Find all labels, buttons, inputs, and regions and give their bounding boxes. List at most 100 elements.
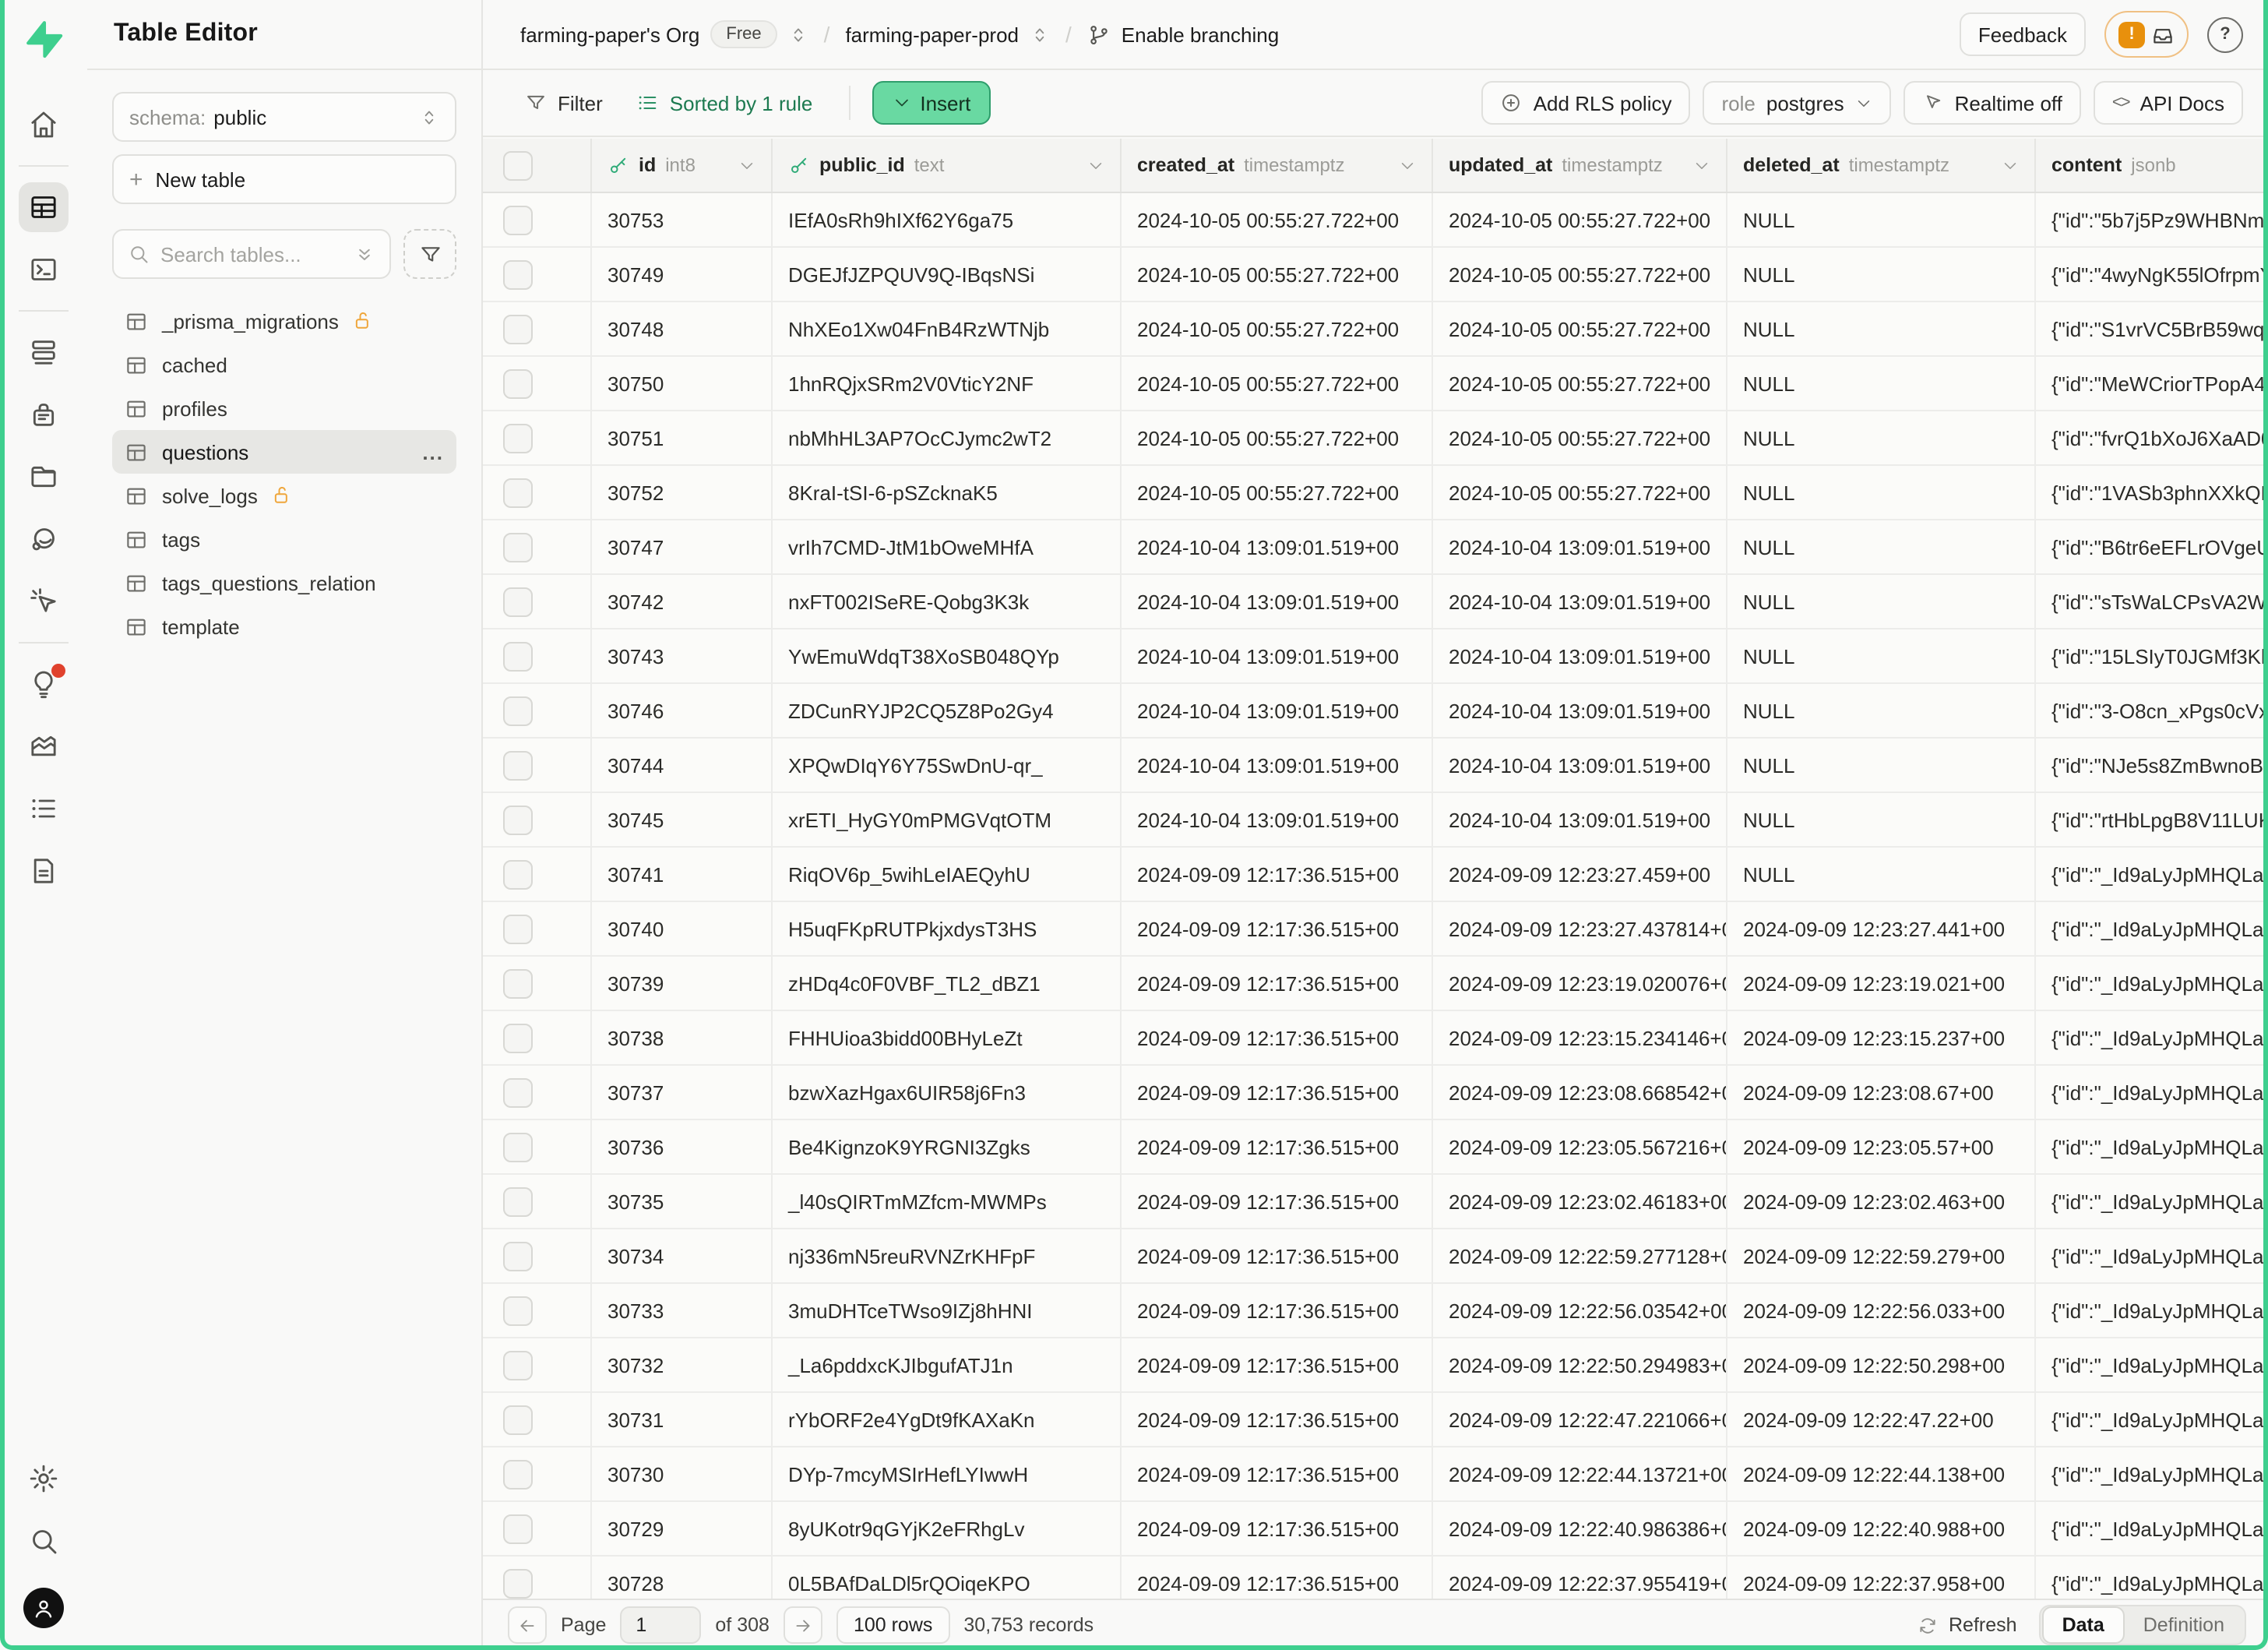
add-rls-policy-button[interactable]: Add RLS policy <box>1482 81 1691 125</box>
cell-id[interactable]: 30752 <box>592 466 773 519</box>
cell-content[interactable]: {"id":"15LSIyT0JGMf3Kl4Vn <box>2036 629 2268 682</box>
rail-table-editor-button[interactable] <box>19 182 69 232</box>
project-breadcrumb[interactable]: farming-paper-prod <box>845 23 1050 46</box>
cell-updated-at[interactable]: 2024-10-04 13:09:01.519+00 <box>1433 520 1727 573</box>
cell-deleted-at[interactable]: 2024-09-09 12:22:59.279+00 <box>1727 1229 2036 1282</box>
cell-public-id[interactable]: bzwXazHgax6UIR58j6Fn3 <box>773 1066 1122 1119</box>
cell-created-at[interactable]: 2024-10-04 13:09:01.519+00 <box>1122 575 1433 628</box>
sidebar-table-item[interactable]: cached ••• <box>112 343 456 386</box>
cell-content[interactable]: {"id":"_Id9aLyJpMHQLaiQG <box>2036 1229 2268 1282</box>
cell-public-id[interactable]: 8KraI-tSI-6-pSZcknaK5 <box>773 466 1122 519</box>
cell-deleted-at[interactable]: NULL <box>1727 302 2036 355</box>
cell-created-at[interactable]: 2024-10-04 13:09:01.519+00 <box>1122 629 1433 682</box>
cell-created-at[interactable]: 2024-10-05 00:55:27.722+00 <box>1122 411 1433 464</box>
cell-updated-at[interactable]: 2024-10-05 00:55:27.722+00 <box>1433 248 1727 301</box>
sidebar-table-item[interactable]: profiles ••• <box>112 386 456 430</box>
realtime-toggle-button[interactable]: Realtime off <box>1904 81 2081 125</box>
rail-search-button[interactable] <box>19 1516 69 1566</box>
cell-public-id[interactable]: _La6pddxcKJIbgufATJ1n <box>773 1338 1122 1391</box>
cell-deleted-at[interactable]: 2024-09-09 12:23:19.021+00 <box>1727 957 2036 1010</box>
cell-public-id[interactable]: XPQwDIqY6Y75SwDnU-qr_ <box>773 739 1122 792</box>
cell-deleted-at[interactable]: NULL <box>1727 629 2036 682</box>
previous-page-button[interactable] <box>508 1606 547 1644</box>
cell-created-at[interactable]: 2024-10-05 00:55:27.722+00 <box>1122 193 1433 246</box>
cell-created-at[interactable]: 2024-09-09 12:17:36.515+00 <box>1122 1120 1433 1173</box>
cell-id[interactable]: 30741 <box>592 848 773 901</box>
sidebar-table-item[interactable]: tags_questions_relation ••• <box>112 561 456 605</box>
cell-created-at[interactable]: 2024-10-04 13:09:01.519+00 <box>1122 684 1433 737</box>
cell-content[interactable]: {"id":"_Id9aLyJpMHQLaiQG <box>2036 848 2268 901</box>
cell-updated-at[interactable]: 2024-09-09 12:23:05.567216+00 <box>1433 1120 1727 1173</box>
cell-id[interactable]: 30732 <box>592 1338 773 1391</box>
cell-content[interactable]: {"id":"S1vrVC5BrB59wqcM4 <box>2036 302 2268 355</box>
cell-id[interactable]: 30735 <box>592 1175 773 1228</box>
cell-deleted-at[interactable]: 2024-09-09 12:22:50.298+00 <box>1727 1338 2036 1391</box>
user-avatar[interactable] <box>23 1588 64 1628</box>
rail-storage-button[interactable] <box>19 452 69 502</box>
rail-api-docs-button[interactable] <box>19 846 69 896</box>
cell-id[interactable]: 30746 <box>592 684 773 737</box>
cell-id[interactable]: 30742 <box>592 575 773 628</box>
cell-updated-at[interactable]: 2024-09-09 12:23:27.459+00 <box>1433 848 1727 901</box>
cell-created-at[interactable]: 2024-10-04 13:09:01.519+00 <box>1122 739 1433 792</box>
sidebar-filter-button[interactable] <box>403 229 456 279</box>
cell-updated-at[interactable]: 2024-10-05 00:55:27.722+00 <box>1433 193 1727 246</box>
row-checkbox[interactable] <box>503 205 533 234</box>
cell-created-at[interactable]: 2024-09-09 12:17:36.515+00 <box>1122 1229 1433 1282</box>
row-checkbox[interactable] <box>503 1241 533 1271</box>
cell-updated-at[interactable]: 2024-09-09 12:22:47.221066+00 <box>1433 1393 1727 1446</box>
cell-deleted-at[interactable]: NULL <box>1727 739 2036 792</box>
cell-content[interactable]: {"id":"MeWCriorTPopA4Kc9 <box>2036 357 2268 410</box>
cell-id[interactable]: 30745 <box>592 793 773 846</box>
row-checkbox[interactable] <box>503 1514 533 1543</box>
rail-edge-functions-button[interactable] <box>19 514 69 564</box>
cell-created-at[interactable]: 2024-10-05 00:55:27.722+00 <box>1122 357 1433 410</box>
row-checkbox[interactable] <box>503 1350 533 1380</box>
search-tables-input[interactable]: Search tables... <box>112 229 391 279</box>
cell-created-at[interactable]: 2024-10-04 13:09:01.519+00 <box>1122 520 1433 573</box>
cell-content[interactable]: {"id":"rtHbLpgB8V11LUK7152 <box>2036 793 2268 846</box>
column-header-updated-at[interactable]: updated_at timestamptz <box>1433 139 1727 192</box>
cell-deleted-at[interactable]: NULL <box>1727 411 2036 464</box>
sidebar-table-item[interactable]: solve_logs ••• <box>112 474 456 517</box>
schema-select[interactable]: schema: public <box>112 92 456 142</box>
cell-updated-at[interactable]: 2024-09-09 12:22:56.03542+00 <box>1433 1284 1727 1337</box>
notifications-button[interactable]: ! <box>2104 11 2189 58</box>
sidebar-table-item[interactable]: tags ••• <box>112 517 456 561</box>
cell-created-at[interactable]: 2024-09-09 12:17:36.515+00 <box>1122 848 1433 901</box>
cell-deleted-at[interactable]: NULL <box>1727 466 2036 519</box>
column-menu-chevron-icon[interactable] <box>1693 157 1710 174</box>
rail-reports-button[interactable] <box>19 721 69 771</box>
supabase-logo-icon[interactable] <box>23 19 64 59</box>
cell-content[interactable]: {"id":"_Id9aLyJpMHQLaiQG <box>2036 1502 2268 1555</box>
row-checkbox[interactable] <box>503 805 533 834</box>
cell-deleted-at[interactable]: NULL <box>1727 248 2036 301</box>
cell-updated-at[interactable]: 2024-09-09 12:22:59.277128+00 <box>1433 1229 1727 1282</box>
row-checkbox[interactable] <box>503 641 533 671</box>
cell-updated-at[interactable]: 2024-10-04 13:09:01.519+00 <box>1433 684 1727 737</box>
page-number-input[interactable] <box>620 1606 701 1644</box>
cell-content[interactable]: {"id":"5b7j5Pz9WHBNmY_A <box>2036 193 2268 246</box>
cell-created-at[interactable]: 2024-09-09 12:17:36.515+00 <box>1122 1284 1433 1337</box>
row-checkbox[interactable] <box>503 587 533 616</box>
cell-content[interactable]: {"id":"3-O8cn_xPgs0cVxqKE <box>2036 684 2268 737</box>
cell-id[interactable]: 30730 <box>592 1447 773 1500</box>
column-menu-chevron-icon[interactable] <box>1087 157 1104 174</box>
cell-public-id[interactable]: ZDCunRYJP2CQ5Z8Po2Gy4 <box>773 684 1122 737</box>
cell-id[interactable]: 30743 <box>592 629 773 682</box>
cell-id[interactable]: 30739 <box>592 957 773 1010</box>
sidebar-table-item[interactable]: questions ... <box>112 430 456 474</box>
cell-updated-at[interactable]: 2024-09-09 12:23:27.437814+00 <box>1433 902 1727 955</box>
cell-public-id[interactable]: YwEmuWdqT38XoSB048QYp <box>773 629 1122 682</box>
cell-id[interactable]: 30747 <box>592 520 773 573</box>
cell-deleted-at[interactable]: NULL <box>1727 520 2036 573</box>
row-checkbox[interactable] <box>503 314 533 344</box>
cell-content[interactable]: {"id":"_Id9aLyJpMHQLaiQG <box>2036 1447 2268 1500</box>
cell-deleted-at[interactable]: NULL <box>1727 357 2036 410</box>
row-checkbox[interactable] <box>503 859 533 889</box>
cell-id[interactable]: 30740 <box>592 902 773 955</box>
row-checkbox[interactable] <box>503 532 533 562</box>
cell-public-id[interactable]: IEfA0sRh9hIXf62Y6ga75 <box>773 193 1122 246</box>
cell-public-id[interactable]: vrIh7CMD-JtM1bOweMHfA <box>773 520 1122 573</box>
row-checkbox[interactable] <box>503 750 533 780</box>
